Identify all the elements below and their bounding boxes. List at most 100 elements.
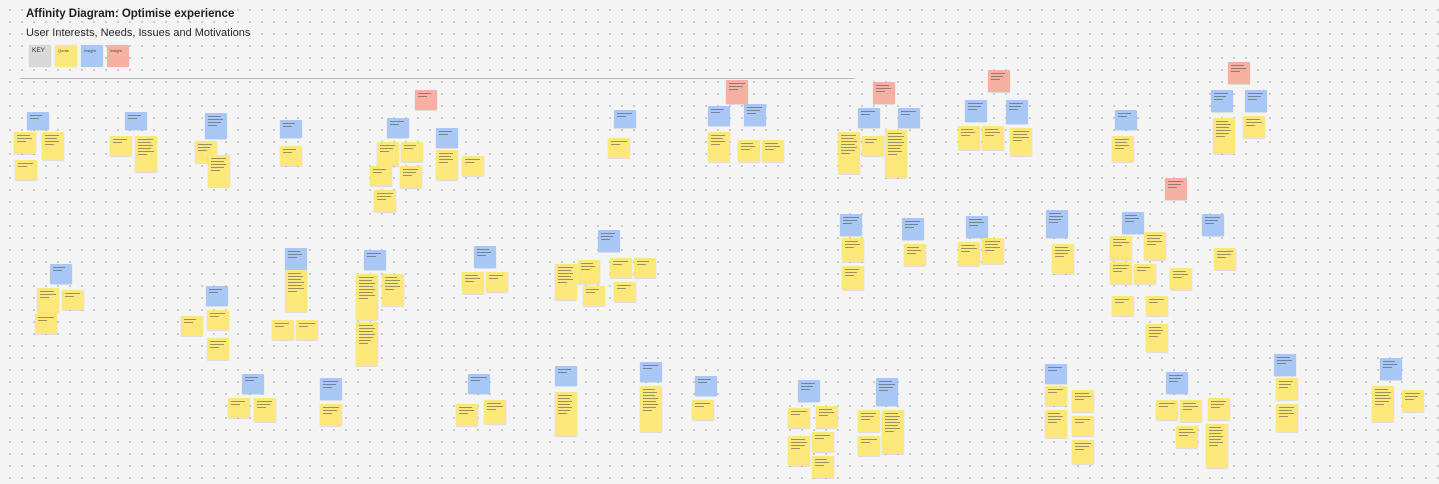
sticky-note-yellow[interactable] (377, 142, 399, 166)
sticky-note-yellow[interactable] (842, 266, 864, 290)
sticky-note-yellow[interactable] (1208, 398, 1230, 420)
sticky-note-yellow[interactable] (1213, 118, 1235, 154)
sticky-note-yellow[interactable] (555, 392, 577, 436)
sticky-note-blue[interactable] (898, 108, 920, 128)
sticky-note-yellow[interactable] (456, 404, 478, 426)
sticky-note-yellow[interactable] (1112, 136, 1134, 162)
sticky-note-blue[interactable] (1245, 90, 1267, 112)
sticky-note-yellow[interactable] (862, 136, 884, 156)
sticky-note-yellow[interactable] (374, 190, 396, 212)
sticky-note-blue[interactable] (285, 248, 307, 270)
sticky-note-blue[interactable] (640, 362, 662, 382)
sticky-note-yellow[interactable] (578, 260, 600, 284)
sticky-note-yellow[interactable] (1110, 236, 1132, 260)
sticky-note-yellow[interactable] (1146, 324, 1168, 352)
sticky-note-yellow[interactable] (614, 282, 636, 302)
sticky-note-blue[interactable] (1211, 90, 1233, 112)
sticky-note-yellow[interactable] (1214, 248, 1236, 270)
sticky-note-yellow[interactable] (1045, 386, 1067, 406)
sticky-note-yellow[interactable] (1010, 128, 1032, 156)
sticky-note-blue[interactable] (1380, 358, 1402, 380)
sticky-note-yellow[interactable] (1206, 424, 1228, 468)
sticky-note-blue[interactable] (205, 113, 227, 139)
sticky-note-yellow[interactable] (762, 140, 784, 162)
sticky-note-yellow[interactable] (285, 270, 307, 312)
sticky-note-blue[interactable] (1006, 100, 1028, 124)
sticky-note-blue[interactable] (744, 104, 766, 126)
sticky-note-yellow[interactable] (1243, 116, 1265, 138)
sticky-note-blue[interactable] (1046, 210, 1068, 238)
sticky-note-yellow[interactable] (1146, 296, 1168, 316)
sticky-note-yellow[interactable] (135, 136, 157, 172)
sticky-note-blue[interactable] (280, 120, 302, 138)
sticky-note-blue[interactable] (436, 128, 458, 148)
sticky-note-yellow[interactable] (838, 132, 860, 174)
sticky-note-yellow[interactable] (1170, 268, 1192, 290)
sticky-note-blue[interactable] (125, 112, 147, 130)
sticky-note-red[interactable] (988, 70, 1010, 92)
sticky-note-blue[interactable] (555, 366, 577, 386)
sticky-note-blue[interactable] (708, 106, 730, 126)
sticky-note-yellow[interactable] (356, 322, 378, 366)
sticky-note-blue[interactable] (1202, 214, 1224, 236)
sticky-note-red[interactable] (415, 90, 437, 110)
sticky-note-yellow[interactable] (181, 316, 203, 336)
sticky-note-yellow[interactable] (788, 408, 810, 428)
sticky-note-yellow[interactable] (370, 166, 392, 186)
sticky-note-yellow[interactable] (555, 264, 577, 300)
sticky-note-yellow[interactable] (858, 410, 880, 432)
sticky-note-yellow[interactable] (1180, 400, 1202, 422)
sticky-note-yellow[interactable] (1372, 386, 1394, 422)
sticky-note-yellow[interactable] (228, 398, 250, 418)
sticky-note-yellow[interactable] (382, 274, 404, 306)
sticky-note-yellow[interactable] (904, 244, 926, 266)
sticky-note-yellow[interactable] (982, 238, 1004, 264)
sticky-note-yellow[interactable] (37, 288, 59, 313)
sticky-note-yellow[interactable] (208, 155, 230, 187)
sticky-note-yellow[interactable] (1134, 264, 1156, 284)
sticky-note-yellow[interactable] (958, 242, 980, 266)
affinity-board[interactable] (0, 0, 1439, 484)
sticky-note-yellow[interactable] (885, 130, 907, 178)
sticky-note-yellow[interactable] (1402, 390, 1424, 412)
sticky-note-yellow[interactable] (842, 238, 864, 262)
sticky-note-yellow[interactable] (207, 310, 229, 330)
sticky-note-yellow[interactable] (1052, 244, 1074, 274)
sticky-note-blue[interactable] (206, 286, 228, 306)
sticky-note-yellow[interactable] (634, 258, 656, 278)
sticky-note-yellow[interactable] (400, 166, 422, 188)
sticky-note-yellow[interactable] (608, 138, 630, 158)
sticky-note-yellow[interactable] (254, 398, 276, 422)
sticky-note-yellow[interactable] (1276, 404, 1298, 432)
sticky-note-yellow[interactable] (272, 320, 294, 340)
sticky-note-blue[interactable] (1122, 212, 1144, 234)
sticky-note-yellow[interactable] (207, 338, 229, 360)
sticky-note-blue[interactable] (1115, 110, 1137, 130)
sticky-note-yellow[interactable] (1072, 390, 1094, 412)
sticky-note-yellow[interactable] (1045, 410, 1067, 438)
sticky-note-yellow[interactable] (462, 156, 484, 176)
sticky-note-blue[interactable] (1274, 354, 1296, 376)
sticky-note-blue[interactable] (614, 110, 636, 128)
sticky-note-yellow[interactable] (812, 432, 834, 452)
sticky-note-yellow[interactable] (1112, 296, 1134, 316)
sticky-note-blue[interactable] (598, 230, 620, 252)
sticky-note-blue[interactable] (858, 108, 880, 128)
sticky-note-yellow[interactable] (858, 436, 880, 456)
sticky-note-blue[interactable] (387, 118, 409, 138)
sticky-note-yellow[interactable] (35, 314, 57, 334)
sticky-note-yellow[interactable] (436, 150, 458, 180)
sticky-note-yellow[interactable] (486, 272, 508, 292)
sticky-note-blue[interactable] (468, 374, 490, 394)
sticky-note-yellow[interactable] (1144, 232, 1166, 260)
sticky-note-blue[interactable] (876, 378, 898, 406)
sticky-note-yellow[interactable] (14, 132, 36, 154)
sticky-note-blue[interactable] (1166, 372, 1188, 394)
sticky-note-yellow[interactable] (62, 290, 84, 310)
sticky-note-yellow[interactable] (110, 136, 132, 156)
sticky-note-blue[interactable] (902, 218, 924, 240)
sticky-note-red[interactable] (726, 80, 748, 104)
sticky-note-yellow[interactable] (788, 436, 810, 466)
sticky-note-yellow[interactable] (958, 126, 980, 150)
sticky-note-blue[interactable] (474, 246, 496, 268)
